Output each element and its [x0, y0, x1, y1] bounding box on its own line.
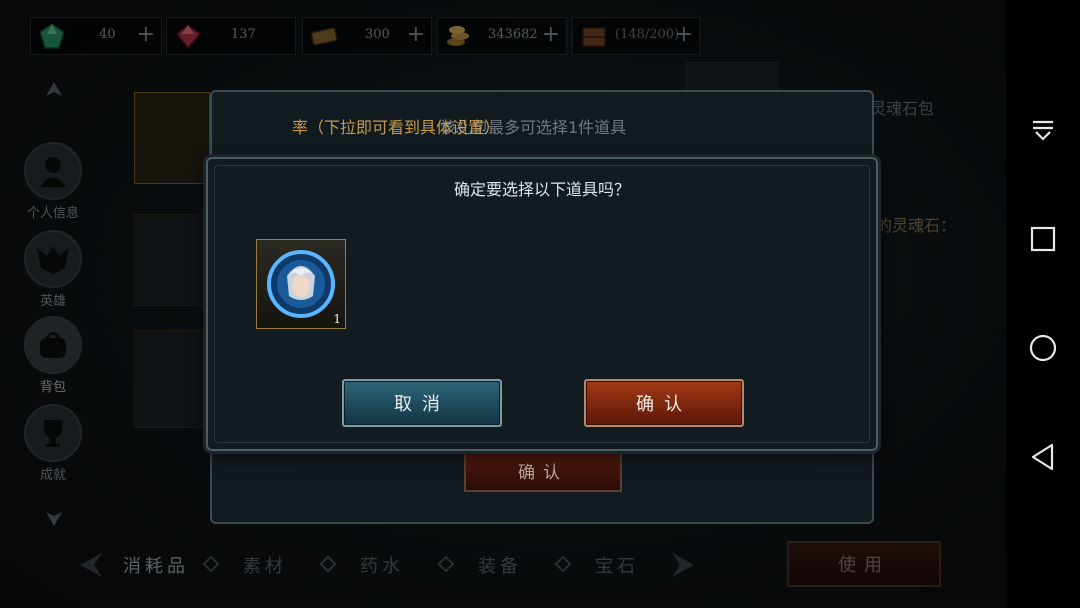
notification-pull-button[interactable] [1023, 110, 1063, 150]
recents-button[interactable] [1023, 219, 1063, 259]
system-nav-bar [1006, 0, 1080, 608]
cancel-button[interactable]: 取消 [342, 379, 502, 427]
game-scene: 40 + 137 300 + 343682 + (148/200) + 个人信息… [0, 0, 1006, 608]
circle-icon [1029, 334, 1057, 362]
gift-pack-confirm-button[interactable]: 确认 [464, 448, 622, 492]
hero-portrait-orb-icon [267, 250, 335, 318]
dialog-question: 确定要选择以下道具吗？ [453, 180, 630, 199]
confirm-button[interactable]: 确认 [584, 379, 744, 427]
selected-item[interactable]: 1 [256, 239, 346, 329]
square-icon [1030, 226, 1056, 252]
confirm-selection-dialog: 确定要选择以下道具吗？ 1 取消 确认 [206, 157, 878, 451]
back-button[interactable] [1023, 437, 1063, 477]
home-button[interactable] [1023, 328, 1063, 368]
pull-down-icon [1033, 120, 1053, 141]
gift-pack-title: 该礼包最多可选择1件道具 [440, 118, 627, 137]
item-count: 1 [333, 312, 341, 326]
triangle-back-icon [1031, 443, 1054, 471]
